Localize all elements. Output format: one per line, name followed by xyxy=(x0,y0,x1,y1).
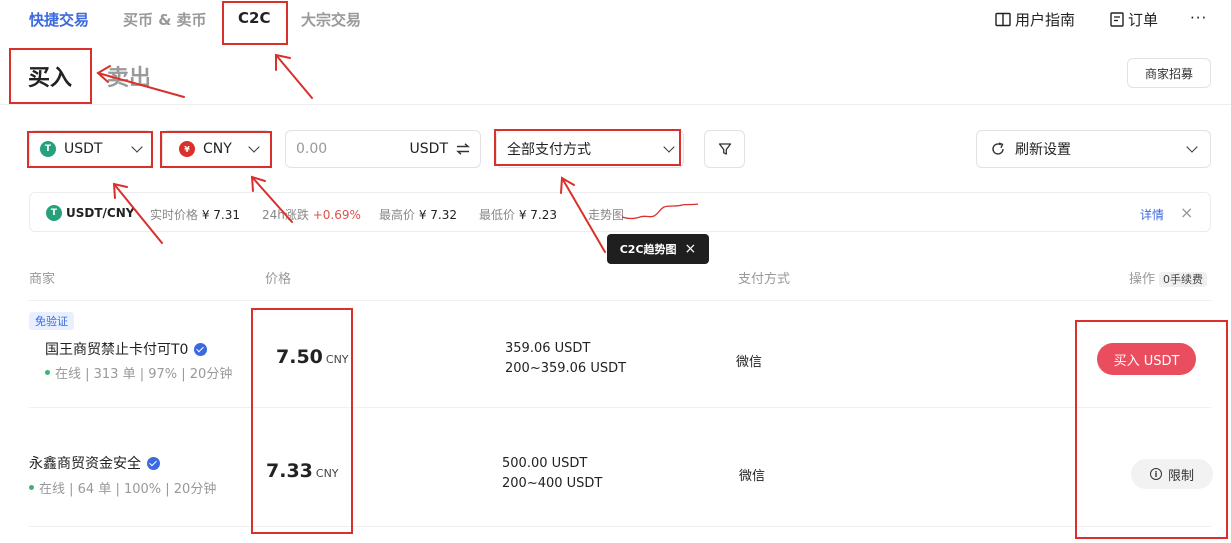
no-kyc-tag: 免验证 xyxy=(29,312,74,330)
orders-link[interactable]: 订单 xyxy=(1110,9,1158,30)
available-amount: 500.00 USDT xyxy=(502,456,588,471)
amount-input[interactable]: 0.00 xyxy=(296,141,410,157)
merchant-name-text: 国王商贸禁止卡付可T0 xyxy=(45,342,189,358)
ticker-details-link[interactable]: 详情 xyxy=(1140,206,1164,223)
nav-tab-quick-trade[interactable]: 快捷交易 xyxy=(29,9,89,30)
sell-tab[interactable]: 卖出 xyxy=(107,60,151,92)
merchant-name[interactable]: 国王商贸禁止卡付可T0 xyxy=(45,339,208,359)
merchant-recruit-button[interactable]: 商家招募 xyxy=(1127,58,1211,88)
payment-method: 微信 xyxy=(739,469,766,484)
order-doc-icon xyxy=(1110,12,1124,27)
annotation-box-fiat xyxy=(160,131,272,168)
ticker-pair: USDT/CNY xyxy=(66,206,135,220)
amount-unit: USDT xyxy=(409,141,448,157)
row-divider xyxy=(29,526,1211,527)
refresh-settings-label: 刷新设置 xyxy=(1015,142,1071,158)
amount-cell: 359.06 USDT 200~359.06 USDT xyxy=(505,339,626,379)
row-divider xyxy=(29,407,1211,408)
ticker-high: 最高价 ¥ 7.32 xyxy=(379,208,458,222)
tether-icon: T xyxy=(46,205,62,221)
ticker-low: 最低价 ¥ 7.23 xyxy=(479,208,558,222)
trend-sparkline-icon[interactable] xyxy=(620,201,700,223)
ticker-change: 24h涨跌 +0.69% xyxy=(262,208,361,222)
verified-badge-icon xyxy=(194,342,208,356)
market-ticker-bar: T USDT/CNY 实时价格 ¥ 7.31 24h涨跌 +0.69% 最高价 … xyxy=(29,192,1211,232)
trend-tooltip: C2C趋势图 × xyxy=(607,234,709,264)
annotation-box-c2c xyxy=(222,1,288,45)
zero-fee-badge: 0手续费 xyxy=(1159,272,1208,287)
payment-method: 微信 xyxy=(736,355,763,370)
refresh-icon xyxy=(992,142,1004,155)
amount-cell: 500.00 USDT 200~400 USDT xyxy=(502,454,602,494)
swap-icon[interactable] xyxy=(456,143,470,155)
header-merchant: 商家 xyxy=(29,272,56,287)
merchant-name[interactable]: 永鑫商贸资金安全 xyxy=(29,453,160,473)
amount-input-box[interactable]: 0.00 USDT xyxy=(285,130,481,168)
book-icon xyxy=(995,12,1011,27)
chevron-down-icon xyxy=(1186,141,1198,153)
ticker-price: 实时价格 ¥ 7.31 xyxy=(150,208,241,222)
user-guide-label: 用户指南 xyxy=(1015,11,1076,29)
filter-funnel-icon xyxy=(718,143,731,155)
annotation-box-payment xyxy=(494,129,681,166)
nav-tab-buy-sell[interactable]: 买币 & 卖币 xyxy=(123,9,207,30)
ticker-trend-label: 走势图 xyxy=(588,208,625,222)
header-divider xyxy=(0,104,1231,105)
header-action: 操作 0手续费 xyxy=(1129,268,1208,287)
online-dot-icon xyxy=(45,370,50,375)
orders-label: 订单 xyxy=(1128,11,1159,29)
limit-range: 200~359.06 USDT xyxy=(505,361,627,376)
tooltip-close-icon[interactable]: × xyxy=(685,241,697,257)
nav-tab-block-trade[interactable]: 大宗交易 xyxy=(301,9,361,30)
available-amount: 359.06 USDT xyxy=(505,341,591,356)
merchant-stats: 在线 | 313 单 | 97% | 20分钟 xyxy=(45,363,232,382)
user-guide-link[interactable]: 用户指南 xyxy=(995,9,1075,30)
merchant-stats: 在线 | 64 单 | 100% | 20分钟 xyxy=(29,478,216,497)
verified-badge-icon xyxy=(147,456,160,470)
annotation-box-buy xyxy=(9,48,92,104)
online-dot-icon xyxy=(29,485,34,490)
header-price: 价格 xyxy=(265,272,292,287)
header-payment: 支付方式 xyxy=(738,272,791,287)
annotation-arrows xyxy=(96,53,606,253)
annotation-box-crypto xyxy=(27,131,153,168)
more-menu-icon[interactable]: ··· xyxy=(1190,9,1207,27)
limit-range: 200~400 USDT xyxy=(502,476,603,491)
trend-tooltip-text: C2C趋势图 xyxy=(619,243,677,256)
refresh-settings-select[interactable]: 刷新设置 xyxy=(976,130,1211,168)
annotation-box-price xyxy=(251,308,353,534)
row-divider xyxy=(29,300,1211,301)
merchant-name-text: 永鑫商贸资金安全 xyxy=(29,456,141,472)
annotation-box-action xyxy=(1075,320,1228,539)
ticker-close-icon[interactable]: × xyxy=(1180,203,1193,222)
filter-button[interactable] xyxy=(704,130,745,168)
